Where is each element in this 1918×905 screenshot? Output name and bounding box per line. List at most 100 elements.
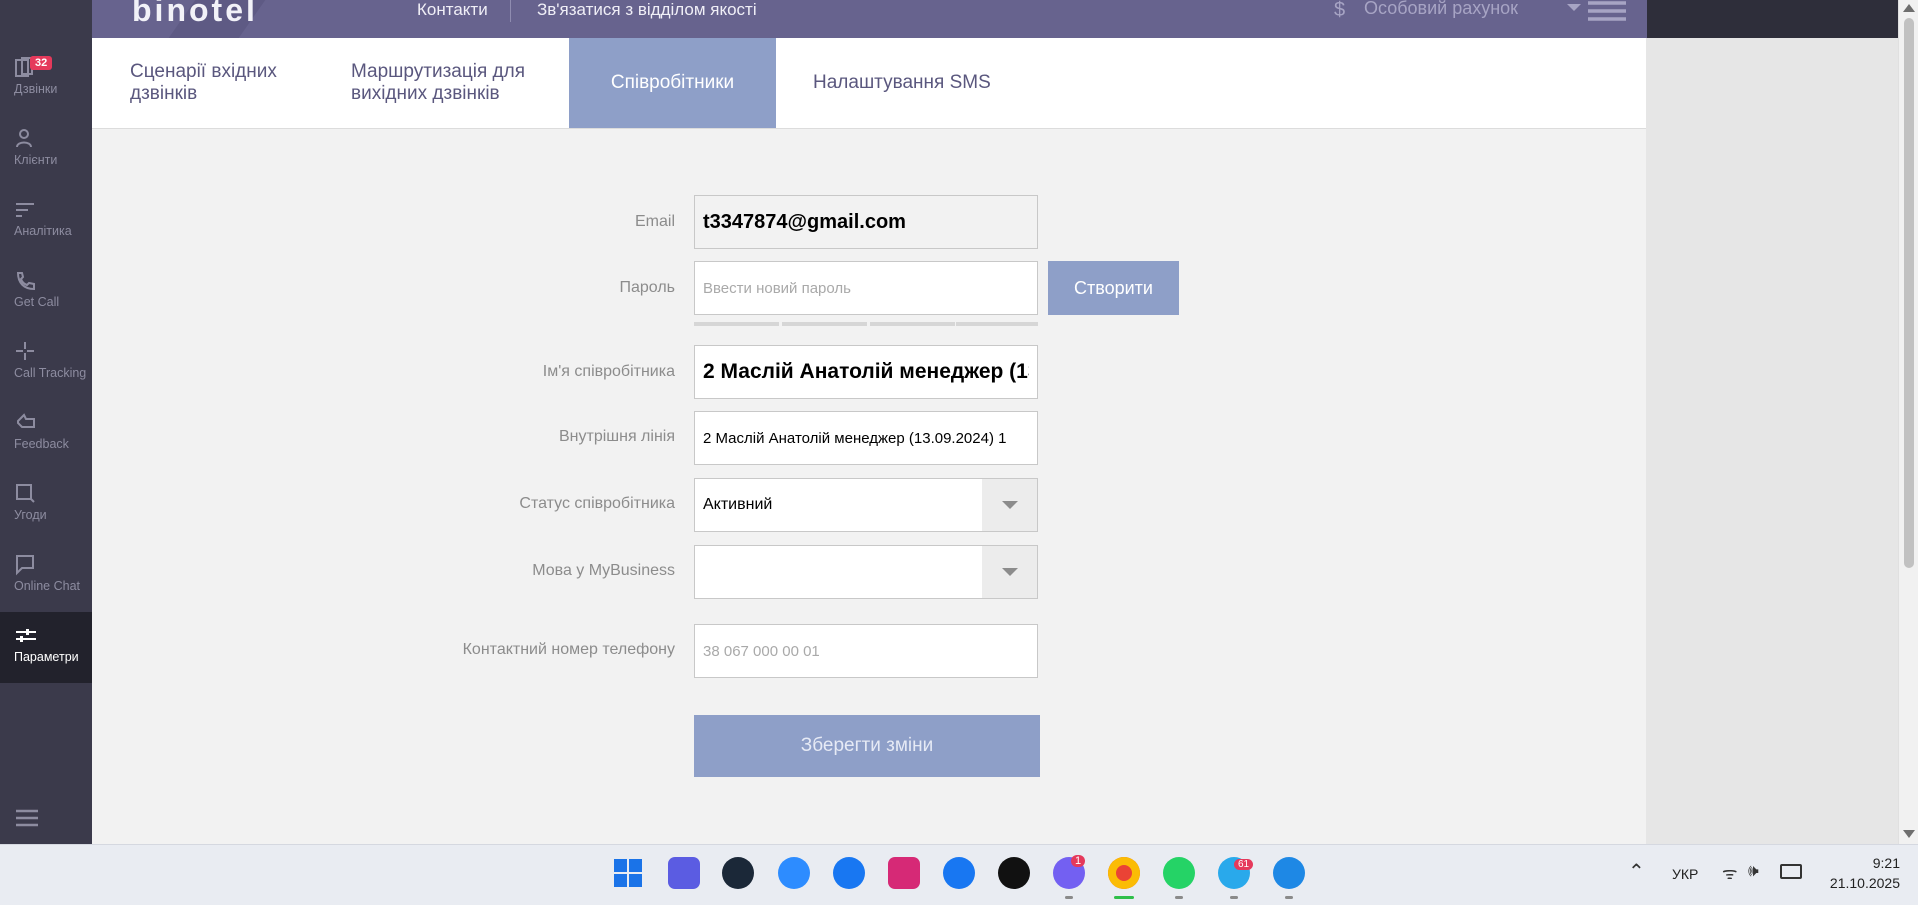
scrollbar-thumb[interactable] [1904, 18, 1914, 568]
employee-name-label: Ім'я співробітника [542, 363, 675, 380]
save-changes-button[interactable]: Зберегти зміни [694, 715, 1040, 777]
page-scrollbar[interactable] [1898, 0, 1918, 844]
password-strength-bar [782, 322, 867, 326]
employee-status-select[interactable]: Активний [694, 478, 1038, 532]
windows-start-icon[interactable] [612, 857, 644, 889]
viber-badge: 1 [1071, 855, 1086, 867]
running-indicator [1230, 896, 1238, 899]
dollar-icon: $ [1334, 0, 1346, 21]
call-tracking-icon [16, 342, 34, 360]
language-select[interactable] [694, 545, 1038, 599]
sidebar-item-label: Клієнти [14, 153, 58, 167]
calls-badge: 32 [30, 56, 53, 70]
scroll-up-arrow-icon[interactable] [1903, 4, 1915, 12]
sidebar-item-get-call[interactable]: Get Call [0, 257, 92, 328]
tab-outgoing-routing[interactable]: Маршрутизація для вихідних дзвінків [351, 38, 561, 128]
email-label: Email [634, 213, 675, 230]
tab-label: Сценарії вхідних дзвінків [130, 61, 277, 104]
contact-phone-input[interactable] [694, 624, 1038, 678]
sidebar-menu-icon[interactable] [14, 808, 40, 828]
instagram-icon[interactable] [888, 857, 920, 889]
tab-label: Співробітники [610, 72, 735, 93]
windows-taskbar: 1 61 ⌃ УКР ᯤ 🕪 9:21 21.10.2025 [0, 844, 1918, 905]
sidebar-item-label: Угоди [14, 508, 47, 522]
deals-icon [16, 484, 35, 503]
whatsapp-icon[interactable] [1163, 857, 1195, 889]
top-header: binotel Контакти Зв'язатися з відділом я… [92, 0, 1647, 38]
email-field [694, 195, 1038, 249]
binotel-logo[interactable]: binotel [132, 0, 258, 29]
wallet-icon[interactable] [668, 857, 700, 889]
nav-divider [510, 0, 511, 22]
sidebar-item-clients[interactable]: Клієнти [0, 115, 92, 186]
battery-icon[interactable] [1780, 864, 1802, 879]
sidebar-item-call-tracking[interactable]: Call Tracking [0, 328, 92, 399]
sidebar-item-settings[interactable]: Параметри [0, 612, 92, 683]
tray-chevron-up-icon[interactable]: ⌃ [1628, 859, 1645, 884]
chat-icon [16, 555, 34, 576]
password-label: Пароль [619, 279, 675, 296]
facebook-icon[interactable] [943, 857, 975, 889]
get-call-icon [16, 272, 35, 291]
hamburger-menu-icon[interactable] [1588, 0, 1626, 22]
chevron-down-icon [1002, 568, 1018, 576]
tiktok-icon[interactable] [998, 857, 1030, 889]
sidebar-item-feedback[interactable]: Feedback [0, 399, 92, 470]
tray-date[interactable]: 21.10.2025 [1806, 875, 1900, 891]
password-strength-bar [956, 322, 1038, 326]
settings-sliders-icon [16, 629, 36, 642]
right-panel [1646, 38, 1898, 844]
language-label: Мова у MyBusiness [532, 562, 675, 579]
messenger-icon[interactable] [833, 857, 865, 889]
volume-icon[interactable]: 🕪 [1748, 861, 1759, 881]
phone-app-icon[interactable] [1273, 857, 1305, 889]
analytics-icon [16, 203, 34, 217]
sidebar-item-label: Call Tracking [14, 366, 87, 380]
chevron-down-icon [1002, 501, 1018, 509]
contact-phone-label: Контактний номер телефону [462, 641, 675, 658]
password-strength-bar [870, 322, 955, 326]
tray-time[interactable]: 9:21 [1840, 855, 1900, 871]
sidebar-item-label: Get Call [14, 295, 60, 309]
sidebar-item-label: Дзвінки [14, 82, 58, 96]
tab-incoming-scenarios[interactable]: Сценарії вхідних дзвінків [130, 38, 310, 128]
sidebar-item-calls[interactable]: 32 Дзвінки [0, 44, 92, 115]
tab-sms-settings[interactable]: Налаштування SMS [813, 38, 1013, 128]
chevron-down-icon[interactable] [1567, 4, 1581, 11]
sidebar-item-label: Аналітика [14, 224, 72, 238]
telegram-badge: 61 [1234, 859, 1254, 870]
active-indicator [1114, 896, 1134, 899]
sidebar-item-analytics[interactable]: Аналітика [0, 186, 92, 257]
zoom-icon[interactable] [778, 857, 810, 889]
nav-contacts-link[interactable]: Контакти [417, 0, 488, 20]
tab-bar: Сценарії вхідних дзвінків Маршрутизація … [92, 38, 1647, 129]
sidebar-item-label: Feedback [14, 437, 69, 451]
nav-quality-link[interactable]: Зв'язатися з відділом якості [537, 0, 757, 20]
tab-label: Налаштування SMS [813, 72, 991, 93]
status-dropdown-button[interactable] [982, 479, 1037, 531]
internal-line-label: Внутрішня лінія [558, 428, 675, 445]
password-input[interactable] [694, 261, 1038, 315]
wifi-icon[interactable]: ᯤ [1722, 861, 1738, 884]
generate-password-button[interactable]: Створити [1048, 261, 1179, 315]
language-dropdown-button[interactable] [982, 546, 1037, 598]
feedback-icon [17, 413, 35, 428]
account-balance-link[interactable]: Особовий рахунок [1364, 0, 1518, 19]
internal-line-input[interactable] [694, 411, 1038, 465]
tab-label: Маршрутизація для вихідних дзвінків [351, 61, 525, 104]
password-strength-bar [694, 322, 779, 326]
running-indicator [1285, 896, 1293, 899]
employee-status-value: Активний [703, 496, 773, 513]
tray-language[interactable]: УКР [1672, 866, 1698, 882]
scroll-down-arrow-icon[interactable] [1903, 830, 1915, 838]
employee-name-input[interactable] [694, 345, 1038, 399]
sidebar-item-label: Online Chat [14, 579, 81, 593]
steam-icon[interactable] [722, 857, 754, 889]
sidebar-item-online-chat[interactable]: Online Chat [0, 541, 92, 612]
chrome-icon[interactable] [1108, 857, 1140, 889]
sidebar-item-label: Параметри [14, 650, 79, 664]
tab-employees[interactable]: Співробітники [569, 38, 776, 128]
user-icon [16, 129, 32, 148]
sidebar-item-deals[interactable]: Угоди [0, 470, 92, 541]
running-indicator [1065, 896, 1073, 899]
